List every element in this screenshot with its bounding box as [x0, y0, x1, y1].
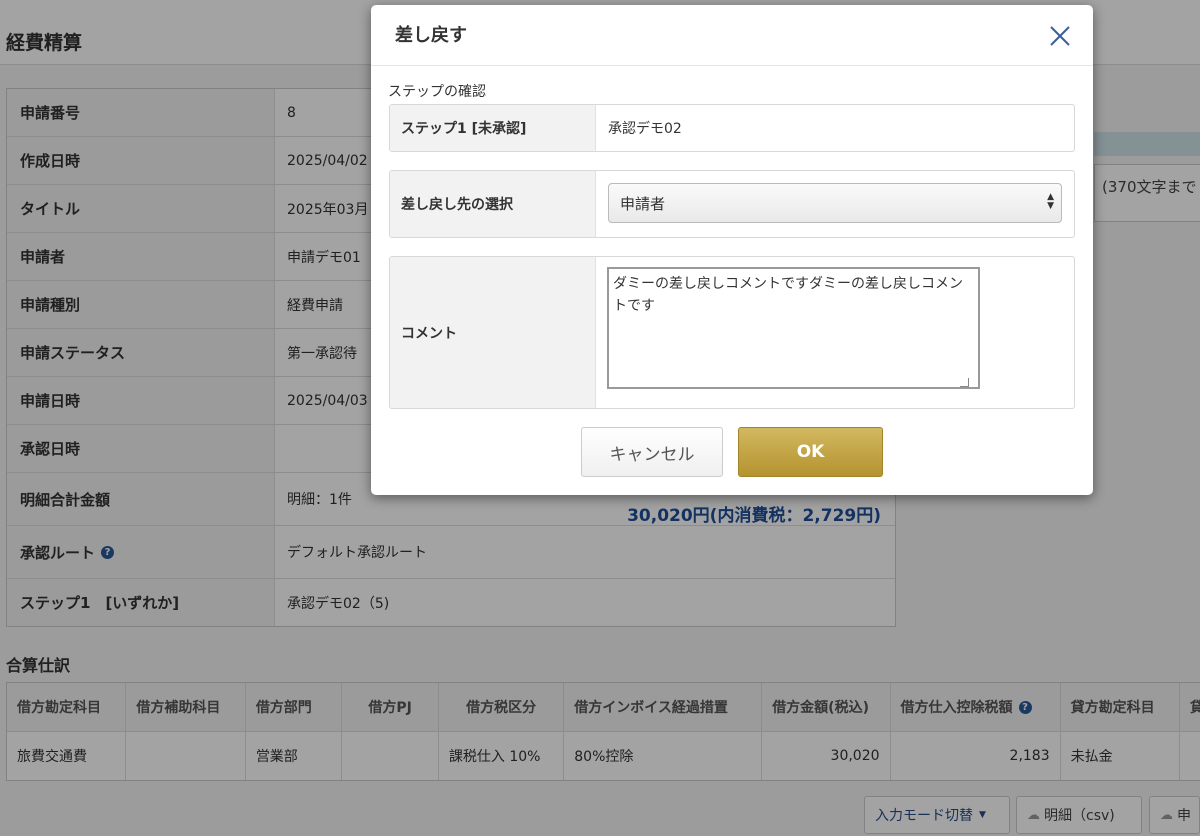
resize-handle-icon[interactable]	[960, 378, 969, 387]
close-button[interactable]	[1043, 19, 1077, 53]
ok-button[interactable]: OK	[738, 427, 883, 477]
comment-textarea[interactable]: ダミーの差し戻しコメントですダミーの差し戻しコメントです	[607, 267, 980, 389]
dialog-title: 差し戻す	[395, 25, 467, 46]
send-back-target-select[interactable]: 申請者 ▲ ▼	[608, 183, 1062, 223]
send-back-dialog: 差し戻す ステップの確認 ステップ1 [未承認] 承認デモ02 差し戻し先の選択…	[371, 5, 1093, 495]
comment-label: コメント	[390, 257, 596, 408]
dialog-header: 差し戻す	[371, 5, 1093, 66]
send-back-target-selected: 申請者	[620, 194, 666, 213]
send-back-target-label: 差し戻し先の選択	[390, 171, 596, 237]
comment-box: コメント ダミーの差し戻しコメントですダミーの差し戻しコメントです	[389, 256, 1075, 409]
step-info-box: ステップ1 [未承認] 承認デモ02	[389, 104, 1075, 152]
cancel-button[interactable]: キャンセル	[581, 427, 723, 477]
step-value: 承認デモ02	[608, 121, 682, 137]
step-label: ステップ1 [未承認]	[390, 105, 596, 151]
comment-cell: ダミーの差し戻しコメントですダミーの差し戻しコメントです	[596, 257, 1074, 408]
select-arrows-icon: ▲ ▼	[1047, 192, 1054, 211]
step-confirmation-caption: ステップの確認	[388, 84, 486, 100]
send-back-target-cell: 申請者 ▲ ▼	[596, 171, 1074, 237]
send-back-target-box: 差し戻し先の選択 申請者 ▲ ▼	[389, 170, 1075, 238]
close-icon	[1050, 26, 1070, 46]
